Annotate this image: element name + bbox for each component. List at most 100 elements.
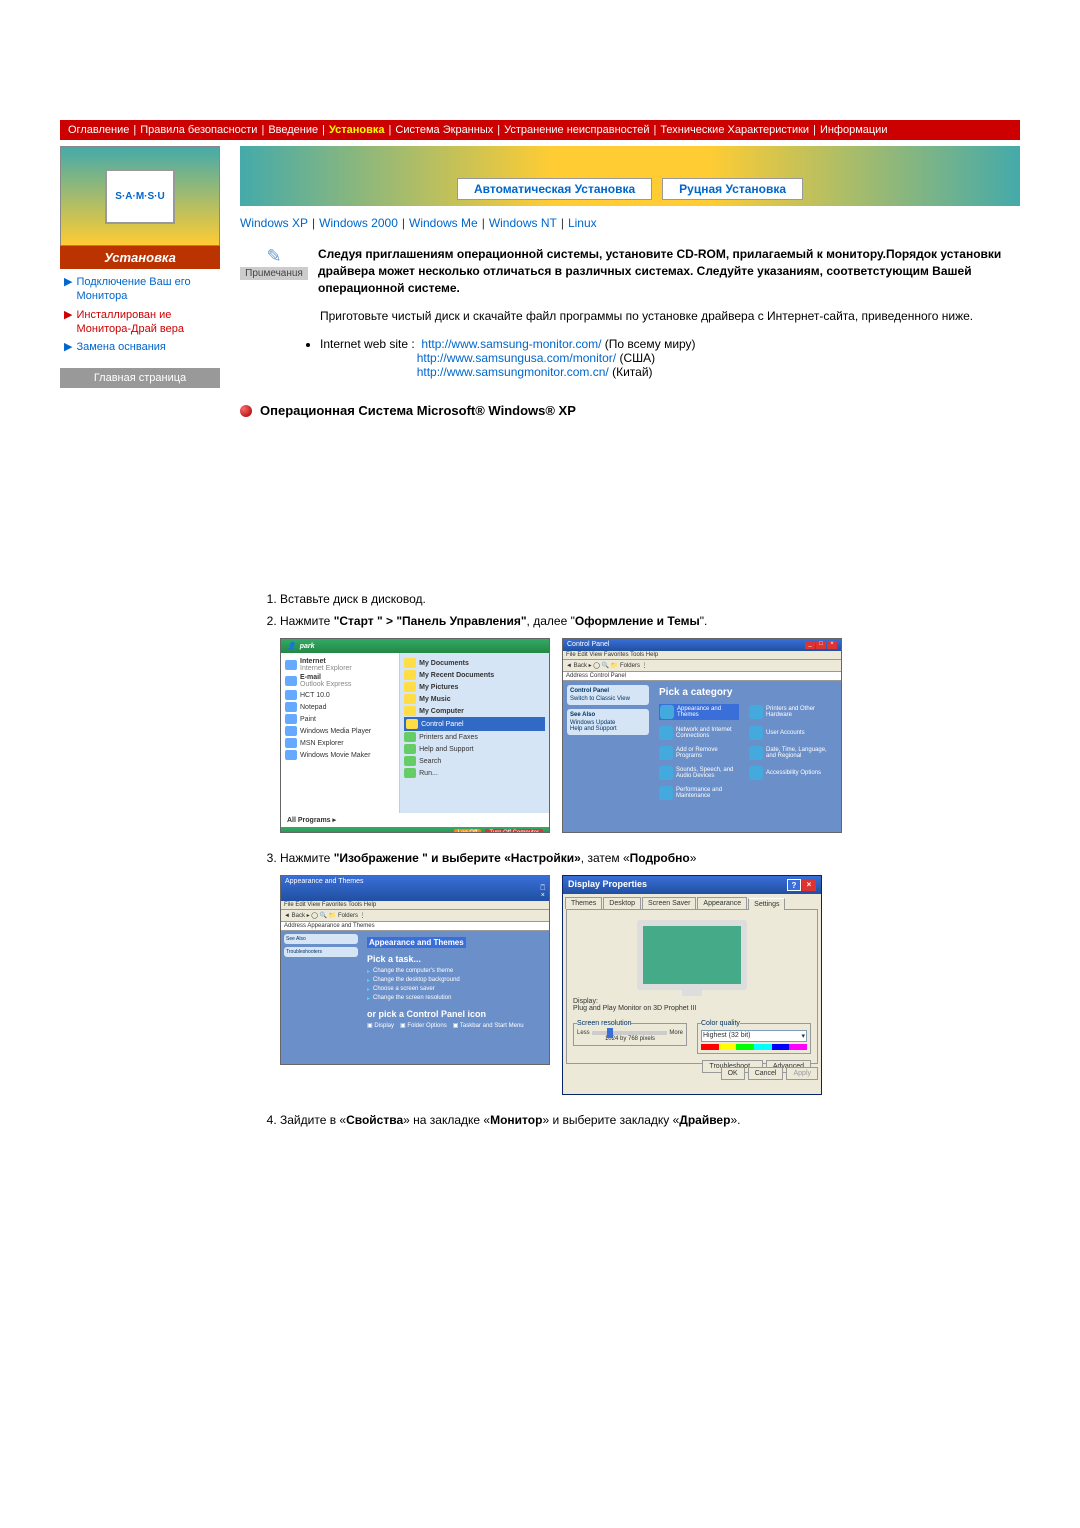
bullet-icon — [240, 405, 252, 417]
top-nav: Оглавление | Правила безопасности | Введ… — [60, 120, 1020, 140]
note-row: ✎ Прuмечанuя Следуя приглашениям операци… — [240, 246, 1020, 296]
sidenav-item[interactable]: ▶Инсталлирован ие Монитора-Драй вера — [60, 306, 220, 339]
cp-category[interactable]: Accessibility Options — [749, 766, 829, 780]
topnav-item[interactable]: Установка — [329, 124, 385, 136]
cp-category[interactable]: Network and Internet Connections — [659, 726, 739, 740]
web-link-1[interactable]: http://www.samsung-monitor.com/ — [421, 337, 601, 351]
sm-left-item[interactable]: E-mailOutlook Express — [285, 673, 395, 689]
os-link[interactable]: Windows Me — [409, 216, 478, 230]
sm-logoff-button[interactable]: Log Off — [454, 829, 482, 833]
apt-sidebar: See Also Troubleshooters — [281, 931, 361, 1065]
sm-left-item[interactable]: Windows Movie Maker — [285, 749, 395, 761]
apt-cp-icon[interactable]: ▣ Folder Options — [400, 1022, 447, 1029]
apt-task[interactable]: Change the computer's theme — [367, 967, 543, 976]
sm-left-item[interactable]: HCT 10.0 — [285, 689, 395, 701]
sm-left-item[interactable]: Notepad — [285, 701, 395, 713]
screenshot-row-2: Appearance and Themes _□× File Edit View… — [280, 875, 1020, 1095]
content: Автоматическая Установка Руцная Установк… — [240, 146, 1020, 1133]
sm-turnoff-button[interactable]: Turn Off Computer — [485, 829, 543, 833]
cp-toolbar[interactable]: ◄ Back ▸ ◯ 🔍 📁 Folders ⋮ — [563, 660, 841, 672]
step-1: Вставьте диск в дисковод. — [280, 590, 1020, 608]
cp-category[interactable]: Appearance and Themes — [659, 704, 739, 720]
sidenav-item[interactable]: ▶Замена оснвания — [60, 338, 220, 356]
topnav-item[interactable]: Система Экранных — [395, 124, 493, 136]
steps-list-3: Зайдите в «Свойства» на закладке «Монито… — [280, 1111, 1020, 1129]
sm-right-item[interactable]: Search — [404, 755, 545, 767]
sm-right-column: My DocumentsMy Recent DocumentsMy Pictur… — [400, 653, 549, 813]
apt-addressbar[interactable]: Address Appearance and Themes — [281, 922, 549, 931]
sm-right-item[interactable]: My Music — [404, 693, 545, 705]
apt-toolbar[interactable]: ◄ Back ▸ ◯ 🔍 📁 Folders ⋮ — [281, 910, 549, 922]
sm-left-item[interactable]: MSN Explorer — [285, 737, 395, 749]
cp-category[interactable]: Add or Remove Programs — [659, 746, 739, 760]
cp-category[interactable]: Performance and Maintenance — [659, 786, 739, 800]
sm-left-item[interactable]: InternetInternet Explorer — [285, 657, 395, 673]
apt-titlebar: Appearance and Themes _□× — [281, 876, 549, 901]
sm-right-item[interactable]: My Pictures — [404, 681, 545, 693]
cp-category[interactable]: Date, Time, Language, and Regional — [749, 746, 829, 760]
auto-install-tab[interactable]: Автоматическая Установка — [457, 178, 652, 200]
os-link[interactable]: Linux — [568, 216, 597, 230]
os-link[interactable]: Windows 2000 — [319, 216, 398, 230]
steps-list-2: Нажмите "Изображение " и выберите «Настр… — [280, 849, 1020, 867]
monitor-thumbnail: S·A·M·S·U — [60, 146, 220, 246]
apt-cp-icon[interactable]: ▣ Taskbar and Start Menu — [453, 1022, 524, 1029]
sm-left-item[interactable]: Windows Media Player — [285, 725, 395, 737]
arrow-icon: ▶ — [64, 340, 72, 354]
topnav-item[interactable]: Введение — [268, 124, 318, 136]
manual-install-tab[interactable]: Руцная Установка — [662, 178, 803, 200]
sm-user-bar: 👤 park — [281, 639, 549, 653]
sm-right-item[interactable]: My Recent Documents — [404, 669, 545, 681]
home-button[interactable]: Главная страница — [60, 368, 220, 388]
os-link[interactable]: Windows XP — [240, 216, 308, 230]
apt-task[interactable]: Change the desktop background — [367, 976, 543, 985]
sm-right-item[interactable]: Printers and Faxes — [404, 731, 545, 743]
topnav-item[interactable]: Технические Характеристики — [660, 124, 809, 136]
os-link[interactable]: Windows NT — [489, 216, 557, 230]
sm-left-column: InternetInternet ExplorerE-mailOutlook E… — [281, 653, 400, 813]
cp-category[interactable]: Sounds, Speech, and Audio Devices — [659, 766, 739, 780]
sm-right-item[interactable]: Help and Support — [404, 743, 545, 755]
arrow-icon: ▶ — [64, 275, 72, 289]
apt-task[interactable]: Change the screen resolution — [367, 994, 543, 1003]
screenshot-row-1: 👤 park InternetInternet ExplorerE-mailOu… — [280, 638, 1020, 833]
cp-addressbar[interactable]: Address Control Panel — [563, 672, 841, 681]
dp-tab[interactable]: Settings — [748, 898, 785, 910]
sm-right-item[interactable]: Run... — [404, 767, 545, 779]
note-icon-box: ✎ Прuмечанuя — [240, 246, 308, 296]
dp-resolution-group: Screen resolution Less More 1024 by 768 … — [573, 1020, 687, 1046]
dp-cancel-button[interactable]: Cancel — [748, 1067, 784, 1080]
web-link-3[interactable]: http://www.samsungmonitor.com.cn/ — [417, 365, 609, 379]
topnav-item[interactable]: Правила безопасности — [140, 124, 257, 136]
dp-tab[interactable]: Desktop — [603, 897, 641, 909]
sm-control-panel[interactable]: Control Panel — [404, 717, 545, 731]
cp-category[interactable]: Printers and Other Hardware — [749, 704, 829, 720]
apt-task[interactable]: Choose a screen saver — [367, 985, 543, 994]
topnav-item[interactable]: Устранение неисправностей — [504, 124, 649, 136]
cp-category[interactable]: User Accounts — [749, 726, 829, 740]
dp-ok-button[interactable]: OK — [721, 1067, 745, 1080]
note-text: Следуя приглашениям операционной системы… — [318, 246, 1020, 296]
dp-tab[interactable]: Appearance — [697, 897, 747, 909]
dp-tab[interactable]: Screen Saver — [642, 897, 696, 909]
sm-right-item[interactable]: My Computer — [404, 705, 545, 717]
web-link-2[interactable]: http://www.samsungusa.com/monitor/ — [417, 351, 616, 365]
cp-menubar[interactable]: File Edit View Favorites Tools Help — [563, 651, 841, 660]
close-icon[interactable]: × — [802, 879, 816, 891]
appearance-themes-screenshot: Appearance and Themes _□× File Edit View… — [280, 875, 550, 1065]
os-links: Windows XP|Windows 2000|Windows Me|Windo… — [240, 216, 1020, 230]
dp-color-select[interactable]: Highest (32 bit)▾ — [701, 1030, 807, 1042]
sm-right-item[interactable]: My Documents — [404, 657, 545, 669]
help-icon[interactable]: ? — [787, 879, 801, 891]
dp-tab[interactable]: Themes — [565, 897, 602, 909]
dp-titlebar: Display Properties ?× — [563, 876, 821, 894]
dp-apply-button[interactable]: Apply — [786, 1067, 818, 1080]
topnav-item[interactable]: Оглавление — [68, 124, 129, 136]
sm-all-programs[interactable]: All Programs ▸ — [281, 813, 549, 827]
apt-menubar[interactable]: File Edit View Favorites Tools Help — [281, 901, 549, 910]
topnav-item[interactable]: Информации — [820, 124, 888, 136]
sm-left-item[interactable]: Paint — [285, 713, 395, 725]
apt-cp-icon[interactable]: ▣ Display — [367, 1022, 394, 1029]
sidenav-item[interactable]: ▶Подключение Ваш его Монитора — [60, 273, 220, 306]
side-nav: ▶Подключение Ваш его Монитора▶Инсталлиро… — [60, 269, 220, 360]
